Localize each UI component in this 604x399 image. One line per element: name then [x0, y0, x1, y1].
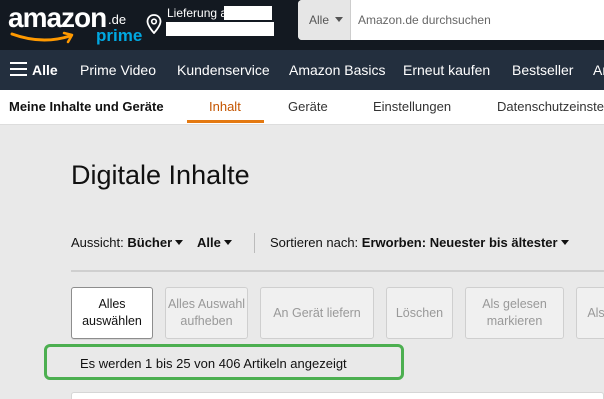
- amazon-prime-logo[interactable]: amazon .de prime: [8, 2, 142, 47]
- nav-item-prime-video[interactable]: Prime Video: [80, 62, 156, 78]
- result-count-text: Es werden 1 bis 25 von 406 Artikeln ange…: [80, 356, 347, 371]
- main-nav: Alle Prime Video Kundenservice Amazon Ba…: [0, 50, 604, 90]
- mark-as-read-button[interactable]: Als gelesen markieren: [465, 287, 564, 339]
- view-label: Aussicht:: [71, 235, 124, 250]
- logo-prime: prime: [96, 26, 143, 45]
- hamburger-menu-icon[interactable]: [10, 62, 27, 77]
- tab-geraete[interactable]: Geräte: [288, 99, 328, 114]
- sort-label: Sortieren nach:: [270, 235, 359, 250]
- sort-dropdown[interactable]: Sortieren nach: Erworben: Neuester bis ä…: [270, 235, 569, 250]
- redacted-name: [224, 6, 272, 20]
- search-category-dropdown[interactable]: Alle: [298, 0, 351, 40]
- deliver-to-device-button[interactable]: An Gerät liefern: [260, 287, 374, 339]
- nav-item-amazon-basics[interactable]: Amazon Basics: [289, 62, 385, 78]
- nav-all-button[interactable]: Alle: [32, 62, 58, 78]
- view-filter[interactable]: Aussicht: Bücher: [71, 235, 184, 250]
- tab-einstellungen[interactable]: Einstellungen: [373, 99, 451, 114]
- deselect-all-button[interactable]: Alles Auswahl aufheben: [165, 287, 248, 339]
- top-header: amazon .de prime Lieferung an Alle: [0, 0, 604, 50]
- chevron-down-icon: [560, 240, 569, 245]
- nav-item-truncated[interactable]: Ar: [593, 62, 604, 78]
- nav-item-bestseller[interactable]: Bestseller: [512, 62, 573, 78]
- subnav-title[interactable]: Meine Inhalte und Geräte: [9, 99, 164, 114]
- type-filter[interactable]: Alle: [197, 235, 232, 250]
- result-count-highlight: Es werden 1 bis 25 von 406 Artikeln ange…: [44, 344, 404, 380]
- location-pin-icon[interactable]: [146, 14, 162, 34]
- delete-button[interactable]: Löschen: [386, 287, 453, 339]
- smile-arrow-icon: [10, 31, 74, 44]
- logo-word: amazon: [8, 2, 107, 33]
- sort-value: Erworben: Neuester bis ältester: [361, 235, 558, 250]
- redacted-address: [166, 22, 274, 36]
- select-all-button[interactable]: Alles auswählen: [71, 287, 153, 339]
- divider: [71, 270, 604, 272]
- type-filter-value: Alle: [197, 235, 221, 250]
- content-subnav: Meine Inhalte und Geräte Inhalt Geräte E…: [0, 90, 604, 125]
- filter-divider: [254, 233, 255, 253]
- chevron-down-icon: [335, 17, 343, 22]
- search-bar: Alle: [298, 0, 604, 40]
- view-value: Bücher: [127, 235, 173, 250]
- search-category-label: Alle: [309, 13, 330, 27]
- logo-tld: .de: [108, 12, 127, 27]
- chevron-down-icon: [175, 240, 184, 245]
- nav-item-erneut-kaufen[interactable]: Erneut kaufen: [403, 62, 490, 78]
- active-tab-indicator: [187, 120, 264, 123]
- nav-item-kundenservice[interactable]: Kundenservice: [177, 62, 270, 78]
- page-title: Digitale Inhalte: [71, 160, 250, 190]
- truncated-action-button[interactable]: Als: [576, 287, 604, 339]
- chevron-down-icon: [223, 240, 232, 245]
- tab-inhalt[interactable]: Inhalt: [209, 99, 241, 114]
- content-list: [71, 392, 604, 399]
- search-input[interactable]: [358, 0, 598, 40]
- tab-datenschutz[interactable]: Datenschutzeinste: [497, 99, 604, 114]
